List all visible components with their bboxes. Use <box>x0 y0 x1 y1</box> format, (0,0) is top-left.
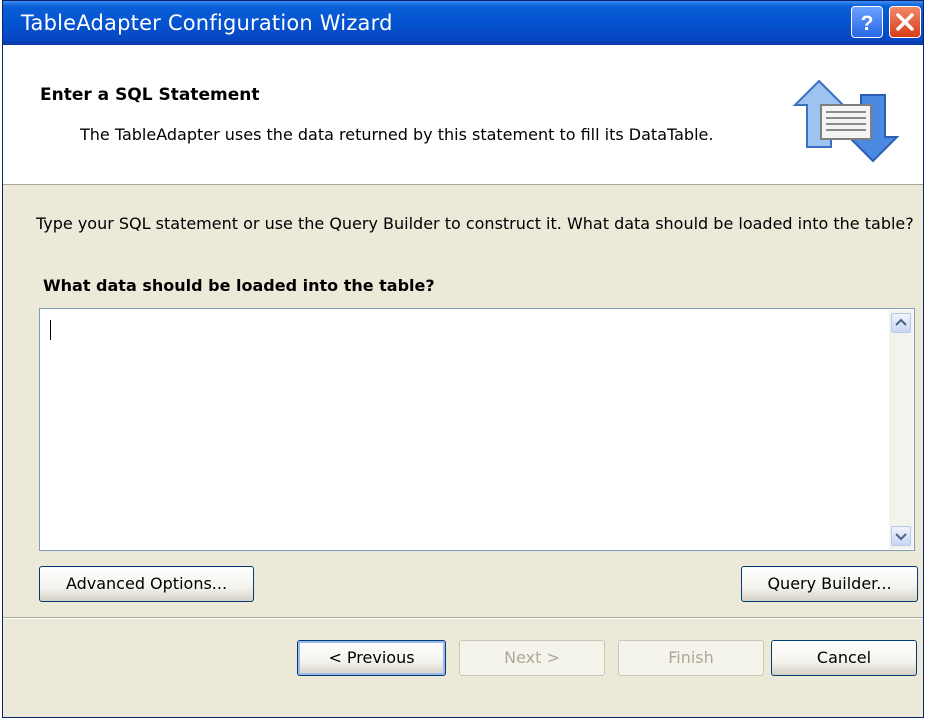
chevron-up-icon <box>895 318 907 326</box>
close-x-icon <box>896 13 914 31</box>
footer-separator <box>3 617 923 619</box>
next-button[interactable]: Next > <box>459 640 605 676</box>
title-bar[interactable]: TableAdapter Configuration Wizard ? <box>3 1 923 45</box>
wizard-header: Enter a SQL Statement The TableAdapter u… <box>3 45 923 185</box>
query-label: What data should be loaded into the tabl… <box>43 276 435 295</box>
scroll-up-button[interactable] <box>891 313 911 333</box>
window-title: TableAdapter Configuration Wizard <box>21 11 393 35</box>
finish-button[interactable]: Finish <box>618 640 764 676</box>
help-button[interactable]: ? <box>851 6 883 38</box>
vertical-scrollbar[interactable] <box>889 310 913 549</box>
cancel-button[interactable]: Cancel <box>771 640 917 676</box>
question-mark-icon: ? <box>861 12 874 35</box>
scroll-down-button[interactable] <box>891 526 911 546</box>
svg-text:?: ? <box>861 12 874 35</box>
query-builder-button[interactable]: Query Builder... <box>741 566 918 602</box>
chevron-down-icon <box>895 533 907 541</box>
advanced-options-button[interactable]: Advanced Options... <box>39 566 254 602</box>
page-title: Enter a SQL Statement <box>40 85 260 105</box>
instruction-text: Type your SQL statement or use the Query… <box>36 214 914 233</box>
previous-button[interactable]: < Previous <box>297 640 446 676</box>
page-description: The TableAdapter uses the data returned … <box>80 125 714 144</box>
data-transfer-arrows-icon <box>792 79 900 163</box>
wizard-window: TableAdapter Configuration Wizard ? Ente… <box>2 0 924 718</box>
close-button[interactable] <box>889 6 921 38</box>
sql-statement-textarea[interactable] <box>39 308 915 551</box>
text-caret <box>50 320 51 340</box>
